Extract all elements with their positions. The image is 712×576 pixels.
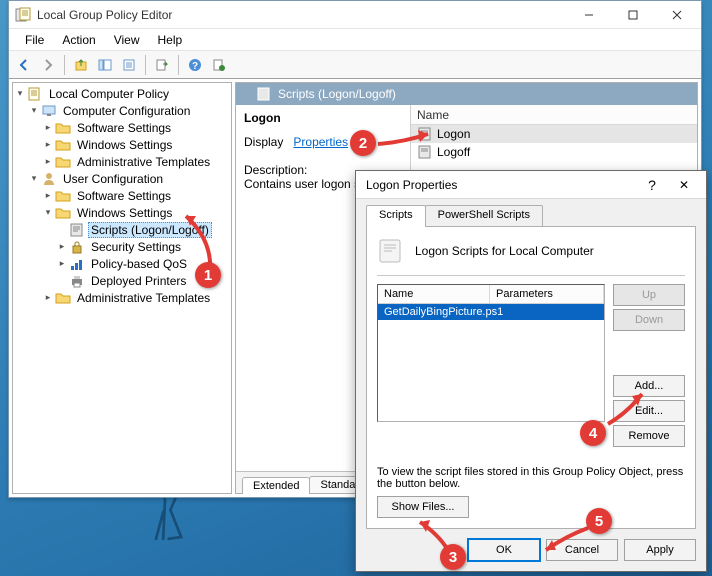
col-name-header[interactable]: Name — [378, 285, 490, 303]
scripts-list[interactable]: Name Parameters GetDailyBingPicture.ps1 — [377, 284, 605, 422]
up-button[interactable]: Up — [613, 284, 685, 306]
content-header: Scripts (Logon/Logoff) — [236, 83, 697, 105]
col-param-header[interactable]: Parameters — [490, 285, 604, 303]
dialog-close-button[interactable]: ✕ — [666, 178, 702, 192]
display-label: Display — [244, 135, 283, 149]
tree-root[interactable]: ▾ Local Computer Policy — [13, 85, 231, 102]
menu-action[interactable]: Action — [54, 31, 103, 49]
qos-icon — [69, 256, 85, 272]
folder-icon — [55, 205, 71, 221]
annotation-arrow-5 — [540, 524, 594, 558]
logon-properties-dialog: Logon Properties ? ✕ Scripts PowerShell … — [355, 170, 707, 572]
ok-button[interactable]: OK — [468, 539, 540, 561]
tree-computer-config[interactable]: ▾ Computer Configuration — [13, 102, 231, 119]
gpe-toolbar: ? — [9, 51, 701, 79]
annotation-arrow-1 — [180, 210, 240, 280]
close-button[interactable] — [655, 2, 699, 28]
hint-text: To view the script files stored in this … — [377, 466, 685, 490]
dialog-titlebar: Logon Properties ? ✕ — [356, 171, 706, 199]
gpe-menubar: File Action View Help — [9, 29, 701, 51]
user-icon — [41, 171, 57, 187]
content-header-title: Scripts (Logon/Logoff) — [278, 87, 396, 101]
toolbar-show-hide-tree-button[interactable] — [94, 54, 116, 76]
tab-scripts[interactable]: Scripts — [366, 205, 426, 227]
list-item-logon[interactable]: Logon — [411, 125, 697, 143]
gpe-titlebar: Local Group Policy Editor — [9, 1, 701, 29]
content-heading: Logon — [244, 111, 402, 125]
folder-icon — [55, 120, 71, 136]
list-column-name[interactable]: Name — [411, 105, 697, 125]
dialog-tab-strip: Scripts PowerShell Scripts — [366, 205, 696, 227]
tab-extended[interactable]: Extended — [242, 477, 310, 494]
svg-text:?: ? — [192, 61, 198, 72]
folder-icon — [55, 188, 71, 204]
scripts-icon — [69, 222, 85, 238]
scripts-large-icon — [377, 237, 405, 265]
folder-icon — [55, 154, 71, 170]
toolbar-export-button[interactable] — [151, 54, 173, 76]
tree-comp-windows[interactable]: ▸Windows Settings — [13, 136, 231, 153]
toolbar-filter-button[interactable] — [208, 54, 230, 76]
tree-comp-software[interactable]: ▸Software Settings — [13, 119, 231, 136]
printer-icon — [69, 273, 85, 289]
apply-button[interactable]: Apply — [624, 539, 696, 561]
panel-title: Logon Scripts for Local Computer — [415, 244, 594, 258]
toolbar-back-button[interactable] — [13, 54, 35, 76]
tree-comp-admin[interactable]: ▸Administrative Templates — [13, 153, 231, 170]
computer-icon — [41, 103, 57, 119]
tab-panel-scripts: Logon Scripts for Local Computer Name Pa… — [366, 226, 696, 529]
properties-link[interactable]: Properties — [293, 135, 348, 149]
toolbar-properties-button[interactable] — [118, 54, 140, 76]
tree-user-admin[interactable]: ▸Administrative Templates — [13, 289, 231, 306]
folder-icon — [55, 137, 71, 153]
policy-icon — [27, 86, 43, 102]
folder-icon — [55, 290, 71, 306]
toolbar-help-button[interactable]: ? — [184, 54, 206, 76]
lock-icon — [69, 239, 85, 255]
maximize-button[interactable] — [611, 2, 655, 28]
minimize-button[interactable] — [567, 2, 611, 28]
dialog-title: Logon Properties — [366, 178, 638, 192]
gpe-app-icon — [15, 7, 31, 23]
tree-user-config[interactable]: ▾ User Configuration — [13, 170, 231, 187]
gpe-window-title: Local Group Policy Editor — [37, 8, 567, 22]
menu-file[interactable]: File — [17, 31, 52, 49]
tab-powershell[interactable]: PowerShell Scripts — [425, 205, 543, 227]
show-files-button[interactable]: Show Files... — [377, 496, 469, 518]
down-button[interactable]: Down — [613, 309, 685, 331]
menu-help[interactable]: Help — [150, 31, 191, 49]
menu-view[interactable]: View — [106, 31, 148, 49]
toolbar-forward-button[interactable] — [37, 54, 59, 76]
tree-user-software[interactable]: ▸Software Settings — [13, 187, 231, 204]
script-row[interactable]: GetDailyBingPicture.ps1 — [378, 304, 604, 320]
annotation-arrow-2 — [374, 126, 436, 156]
gpe-tree-pane[interactable]: ▾ Local Computer Policy ▾ Computer Confi… — [12, 82, 232, 494]
toolbar-up-button[interactable] — [70, 54, 92, 76]
scripts-icon — [256, 86, 272, 102]
annotation-arrow-4 — [604, 388, 650, 430]
dialog-help-button[interactable]: ? — [638, 177, 666, 193]
annotation-arrow-3 — [414, 516, 460, 556]
list-item-logoff[interactable]: Logoff — [411, 143, 697, 161]
